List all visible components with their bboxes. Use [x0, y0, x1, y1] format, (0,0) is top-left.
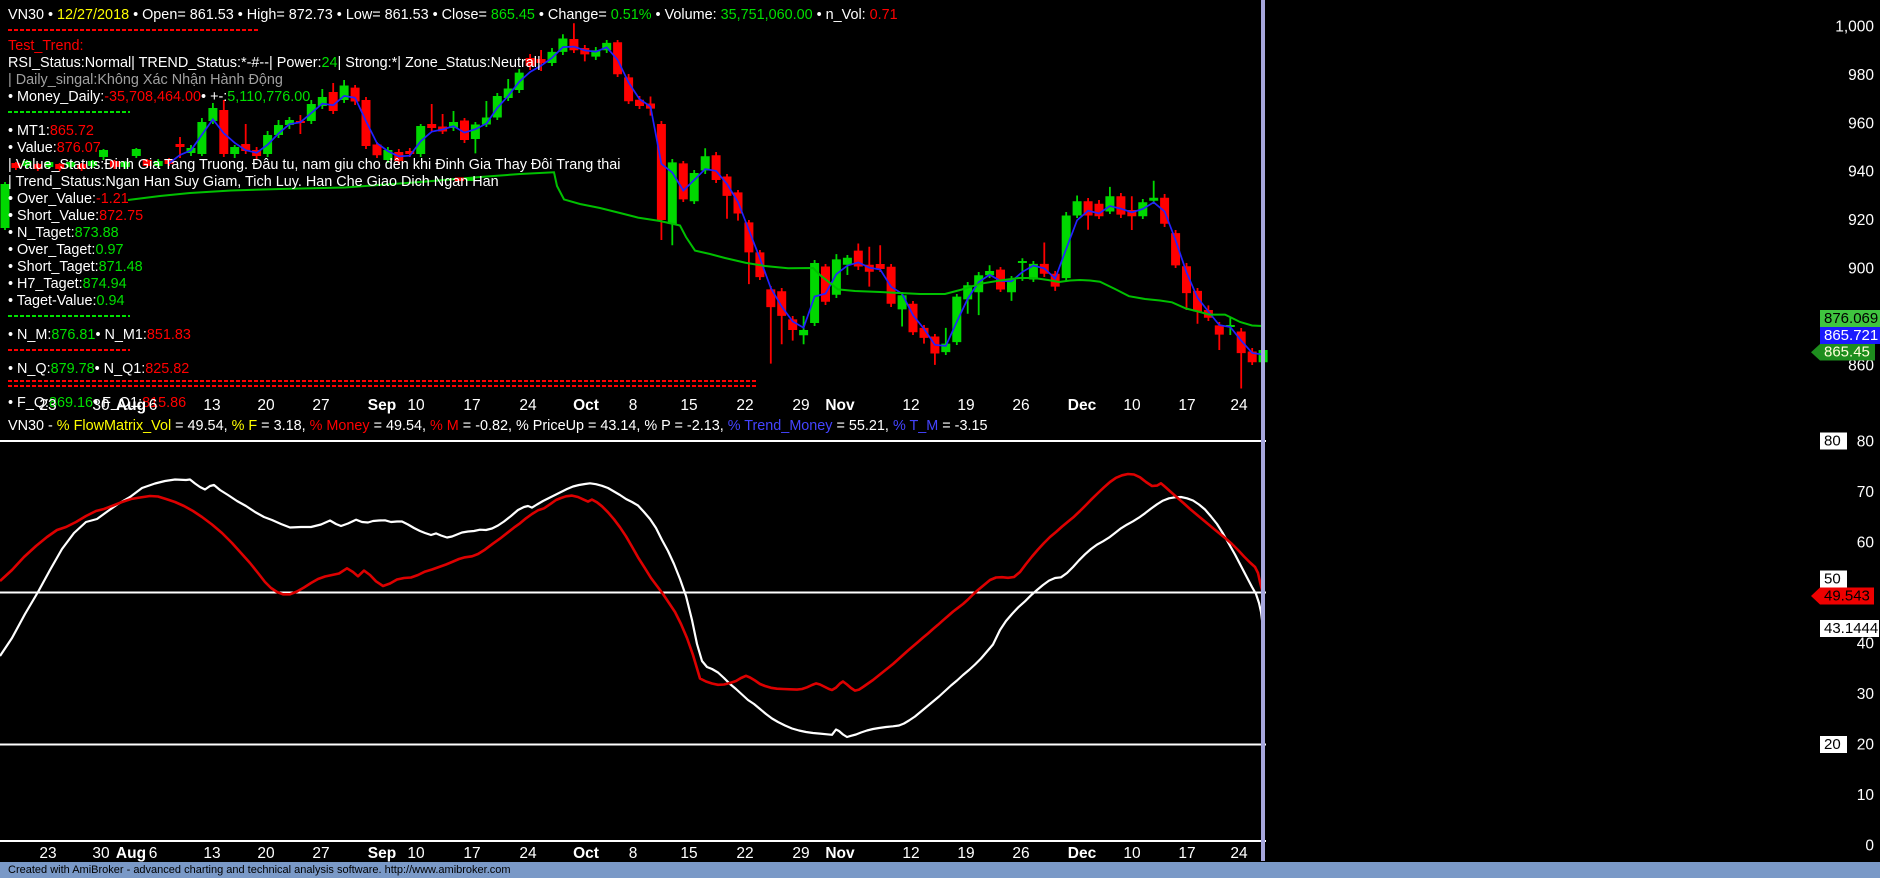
svg-text:Oct: Oct [573, 397, 599, 414]
svg-text:80: 80 [1857, 434, 1875, 451]
svg-text:Aug: Aug [116, 845, 146, 862]
svg-text:27: 27 [312, 397, 329, 414]
svg-text:900: 900 [1848, 261, 1874, 278]
svg-text:10: 10 [1123, 397, 1141, 414]
svg-text:17: 17 [463, 845, 480, 862]
svg-text:43.1444: 43.1444 [1824, 620, 1878, 637]
svg-text:20: 20 [1824, 736, 1841, 753]
svg-text:24: 24 [1230, 845, 1248, 862]
svg-text:15: 15 [680, 397, 697, 414]
svg-text:29: 29 [792, 845, 809, 862]
svg-text:960: 960 [1848, 115, 1874, 132]
svg-text:22: 22 [736, 397, 753, 414]
svg-text:10: 10 [1857, 787, 1875, 804]
svg-text:Nov: Nov [825, 845, 855, 862]
svg-text:940: 940 [1848, 164, 1874, 181]
svg-text:40: 40 [1857, 636, 1875, 653]
svg-text:17: 17 [463, 397, 480, 414]
svg-text:1,000: 1,000 [1835, 19, 1874, 36]
svg-text:13: 13 [203, 845, 220, 862]
svg-text:• N_Q:879.78• N_Q1:825.82: • N_Q:879.78• N_Q1:825.82 [8, 361, 189, 377]
svg-text:876.069: 876.069 [1824, 310, 1878, 327]
svg-text:Nov: Nov [825, 397, 855, 414]
svg-text:30: 30 [92, 845, 110, 862]
svg-text:22: 22 [736, 845, 753, 862]
svg-text:• H7_Taget:874.94: • H7_Taget:874.94 [8, 276, 127, 292]
svg-text:12: 12 [902, 397, 919, 414]
svg-text:• Taget-Value:0.94: • Taget-Value:0.94 [8, 293, 125, 309]
svg-text:24: 24 [519, 397, 537, 414]
svg-text:920: 920 [1848, 212, 1874, 229]
svg-text:| Daily_singal:Không Xác Nhận: | Daily_singal:Không Xác Nhận Hành Động [8, 72, 283, 88]
svg-text:• Over_Value:-1.21: • Over_Value:-1.21 [8, 191, 129, 207]
svg-text:29: 29 [792, 397, 809, 414]
svg-text:10: 10 [407, 845, 425, 862]
svg-text:• Over_Taget:0.97: • Over_Taget:0.97 [8, 242, 123, 258]
svg-text:• Short_Value:872.75: • Short_Value:872.75 [8, 208, 143, 224]
svg-text:13: 13 [203, 397, 220, 414]
svg-text:26: 26 [1012, 845, 1029, 862]
svg-text:| Value_Status:Đinh Gia Tang T: | Value_Status:Đinh Gia Tang Truong. Đâu… [8, 157, 621, 173]
svg-text:VN30 - % FlowMatrix_Vol = 49.5: VN30 - % FlowMatrix_Vol = 49.54, % F = 3… [8, 418, 987, 434]
svg-text:10: 10 [1123, 845, 1141, 862]
svg-text:RSI_Status:Normal| TREND_Statu: RSI_Status:Normal| TREND_Status:*-#--| P… [8, 55, 541, 71]
svg-text:8: 8 [629, 845, 638, 862]
svg-text:80: 80 [1824, 433, 1841, 450]
svg-text:60: 60 [1857, 535, 1875, 552]
svg-text:• MT1:865.72: • MT1:865.72 [8, 123, 94, 139]
svg-text:19: 19 [957, 397, 974, 414]
svg-text:Dec: Dec [1068, 845, 1097, 862]
svg-text:VN30 • 12/27/2018 • Open= 861.: VN30 • 12/27/2018 • Open= 861.53 • High=… [8, 7, 898, 23]
svg-text:980: 980 [1848, 67, 1874, 84]
svg-text:865.721: 865.721 [1824, 327, 1878, 344]
svg-text:15: 15 [680, 845, 697, 862]
svg-text:• Value:876.07: • Value:876.07 [8, 140, 101, 156]
svg-text:24: 24 [519, 845, 537, 862]
svg-text:Oct: Oct [573, 845, 599, 862]
svg-text:20: 20 [257, 397, 275, 414]
svg-text:8: 8 [629, 397, 638, 414]
svg-text:12: 12 [902, 845, 919, 862]
svg-text:27: 27 [312, 845, 329, 862]
svg-text:20: 20 [1857, 737, 1875, 754]
svg-text:19: 19 [957, 845, 974, 862]
svg-text:23: 23 [39, 845, 56, 862]
svg-text:Sep: Sep [368, 845, 396, 862]
svg-text:865.45: 865.45 [1824, 344, 1870, 361]
svg-text:• N_Taget:873.88: • N_Taget:873.88 [8, 225, 119, 241]
svg-text:24: 24 [1230, 397, 1248, 414]
svg-text:• Short_Taget:871.48: • Short_Taget:871.48 [8, 259, 143, 275]
svg-text:• N_M:876.81• N_M1:851.83: • N_M:876.81• N_M1:851.83 [8, 327, 191, 343]
svg-text:0: 0 [1865, 838, 1874, 855]
svg-text:23: 23 [39, 397, 56, 414]
svg-text:49.543: 49.543 [1824, 588, 1870, 605]
svg-text:30: 30 [92, 397, 110, 414]
svg-text:Sep: Sep [368, 397, 396, 414]
svg-text:26: 26 [1012, 397, 1029, 414]
svg-text:Test_Trend:: Test_Trend: [8, 38, 83, 54]
svg-text:6: 6 [149, 845, 158, 862]
svg-text:20: 20 [257, 845, 275, 862]
svg-text:70: 70 [1857, 484, 1875, 501]
svg-text:Aug: Aug [116, 397, 146, 414]
svg-text:17: 17 [1178, 845, 1195, 862]
svg-text:30: 30 [1857, 686, 1875, 703]
svg-text:| Trend_Status:Ngan Han Suy Gi: | Trend_Status:Ngan Han Suy Giam, Tich L… [8, 174, 499, 190]
svg-text:• Money_Daily:-35,708,464.00•: • Money_Daily:-35,708,464.00• +-:5,110,7… [8, 89, 310, 105]
svg-text:10: 10 [407, 397, 425, 414]
svg-text:Dec: Dec [1068, 397, 1097, 414]
svg-text:50: 50 [1824, 571, 1841, 588]
svg-text:6: 6 [149, 397, 158, 414]
svg-text:17: 17 [1178, 397, 1195, 414]
